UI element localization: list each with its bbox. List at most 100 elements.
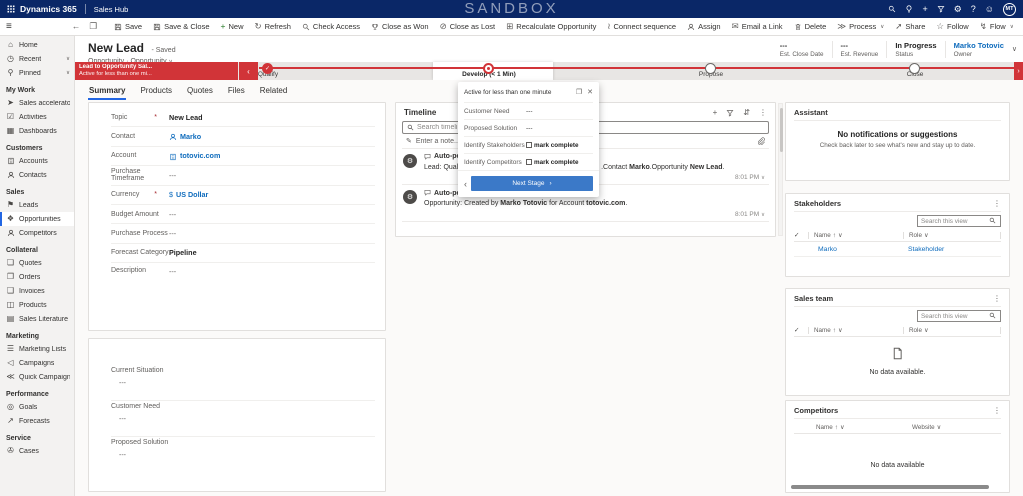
name-column-header[interactable]: Name↑∨ — [808, 327, 903, 334]
stage-field-customer-need[interactable]: Customer Need --- — [464, 102, 593, 119]
role-column-header[interactable]: Role∨ — [903, 232, 1001, 239]
field-row-budget-amount[interactable]: Budget Amount --- — [111, 205, 375, 224]
description-value[interactable]: --- — [169, 267, 176, 276]
header-field-est-close-date[interactable]: --- Est. Close Date — [772, 41, 832, 58]
field-row-purchase-timeframe[interactable]: Purchase Timeframe --- — [111, 166, 375, 185]
sidebar-item-marketing-lists[interactable]: ☰Marketing Lists — [0, 342, 74, 356]
add-icon[interactable]: + — [713, 108, 718, 117]
select-all-check-icon[interactable]: ✓ — [794, 326, 808, 334]
process-banner[interactable]: Lead to Opportunity Sal... Active for le… — [75, 62, 238, 80]
filter-icon[interactable] — [937, 5, 945, 13]
sidebar-item-orders[interactable]: ❐Orders — [0, 270, 74, 284]
header-field-est-revenue[interactable]: --- Est. Revenue — [832, 41, 887, 58]
close-icon[interactable]: ✕ — [587, 88, 593, 96]
tab-related[interactable]: Related — [259, 85, 289, 100]
proposed-solution-value[interactable]: --- — [526, 125, 533, 132]
scrollbar-thumb[interactable] — [780, 108, 783, 152]
new-button[interactable]: +New — [221, 22, 244, 31]
sidebar-item-forecasts[interactable]: ↗Forecasts — [0, 414, 74, 428]
sidebar-item-home[interactable]: ⌂Home — [0, 38, 74, 52]
customer-need-value[interactable]: --- — [526, 108, 533, 115]
tab-files[interactable]: Files — [227, 85, 246, 100]
currency-value[interactable]: $US Dollar — [169, 190, 208, 199]
purchase-timeframe-value[interactable]: --- — [169, 171, 176, 180]
entry-timestamp[interactable]: 8:01 PM ∨ — [424, 211, 767, 218]
sidebar-item-recent[interactable]: ◷Recent∨ — [0, 52, 74, 66]
stage-develop-marker[interactable] — [483, 63, 494, 74]
tab-summary[interactable]: Summary — [88, 85, 126, 100]
paperclip-icon[interactable] — [757, 137, 765, 145]
sidebar-item-sales-literature[interactable]: ▤Sales Literature — [0, 312, 74, 326]
email-a-link-button[interactable]: ✉Email a Link — [732, 22, 783, 31]
select-all-check-icon[interactable]: ✓ — [794, 231, 808, 239]
process-chevron-right[interactable]: › — [1014, 62, 1023, 80]
delete-button[interactable]: Delete — [794, 22, 827, 31]
field-row-currency[interactable]: Currency* $US Dollar — [111, 186, 375, 205]
chevron-down-icon[interactable]: ∨ — [1012, 45, 1017, 53]
user-avatar[interactable]: MT — [1003, 3, 1016, 16]
mark-complete-checkbox[interactable] — [526, 159, 532, 165]
field-row-customer-need[interactable]: Customer Need --- — [111, 401, 375, 437]
quick-create-icon[interactable]: + — [922, 5, 927, 14]
popout-icon[interactable]: ❐ — [89, 22, 97, 31]
sidebar-item-cases[interactable]: ✇Cases — [0, 444, 74, 458]
area-title[interactable]: Sales Hub — [94, 5, 129, 14]
budget-amount-value[interactable]: --- — [169, 210, 176, 219]
settings-gear-icon[interactable]: ⚙ — [954, 5, 962, 14]
sidebar-item-products[interactable]: ◫Products — [0, 298, 74, 312]
topic-value[interactable]: New Lead — [169, 113, 203, 122]
stage-step-identify-competitors[interactable]: Identify Competitors mark complete — [464, 153, 593, 170]
follow-button[interactable]: ☆Follow — [936, 22, 968, 31]
process-chevron-left[interactable]: ‹ — [239, 62, 258, 80]
flow-menu-button[interactable]: ↯Flow∨ — [980, 22, 1014, 31]
waffle-icon[interactable] — [7, 5, 15, 13]
tab-quotes[interactable]: Quotes — [186, 85, 214, 100]
refresh-button[interactable]: ↻Refresh — [255, 22, 291, 31]
stakeholder-role-link[interactable]: Stakeholder — [903, 246, 1001, 253]
close-as-won-button[interactable]: Close as Won — [371, 22, 429, 31]
mark-complete-checkbox[interactable] — [526, 142, 532, 148]
sidebar-item-goals[interactable]: ◎Goals — [0, 400, 74, 414]
website-column-header[interactable]: Website∨ — [904, 424, 1001, 431]
stage-propose-marker[interactable] — [705, 63, 716, 74]
field-row-description[interactable]: Description --- — [111, 263, 375, 321]
role-column-header[interactable]: Role∨ — [903, 327, 1001, 334]
stakeholders-search-input[interactable] — [921, 218, 987, 225]
assign-button[interactable]: Assign — [687, 22, 721, 31]
back-icon[interactable]: ← — [72, 22, 81, 31]
name-column-header[interactable]: Name↑∨ — [808, 232, 903, 239]
filter-icon[interactable] — [726, 108, 734, 117]
sidebar-item-sales-accelerator[interactable]: ➤Sales accelerator — [0, 96, 74, 110]
more-icon[interactable]: ⋮ — [759, 108, 767, 117]
stakeholder-name-link[interactable]: Marko — [794, 246, 903, 253]
more-icon[interactable]: ⋮ — [993, 294, 1001, 303]
sidebar-item-quotes[interactable]: ❏Quotes — [0, 256, 74, 270]
proposed-solution-value[interactable]: --- — [111, 452, 375, 459]
field-row-account[interactable]: Account totovic.com — [111, 147, 375, 166]
customer-need-value[interactable]: --- — [111, 416, 375, 423]
next-stage-button[interactable]: Next Stage› — [471, 176, 593, 191]
stage-close-marker[interactable] — [909, 63, 920, 74]
lightbulb-icon[interactable] — [905, 5, 913, 13]
vertical-scrollbar[interactable] — [778, 103, 783, 236]
recalculate-opportunity-button[interactable]: ⊞Recalculate Opportunity — [506, 22, 596, 31]
stage-step-identify-stakeholders[interactable]: Identify Stakeholders mark complete — [464, 136, 593, 153]
field-row-purchase-process[interactable]: Purchase Process --- — [111, 224, 375, 243]
search-icon[interactable] — [888, 5, 896, 13]
field-row-topic[interactable]: Topic* New Lead — [111, 108, 375, 127]
sidebar-item-dashboards[interactable]: ▦Dashboards — [0, 124, 74, 138]
sidebar-item-opportunities[interactable]: ❖Opportunities — [0, 212, 74, 226]
save-button[interactable]: Save — [114, 22, 142, 31]
header-field-owner[interactable]: Marko Totovic Owner — [945, 41, 1012, 58]
sidebar-item-pinned[interactable]: ⚲Pinned∨ — [0, 66, 74, 80]
app-title[interactable]: Dynamics 365 — [20, 4, 77, 14]
previous-stage-chevron[interactable]: ‹ — [464, 179, 467, 189]
sidebar-item-accounts[interactable]: Accounts — [0, 154, 74, 168]
sidebar-item-activities[interactable]: ☑Activities — [0, 110, 74, 124]
name-column-header[interactable]: Name↑∨ — [794, 424, 904, 431]
contact-value[interactable]: Marko — [169, 132, 201, 141]
save-and-close-button[interactable]: Save & Close — [153, 22, 209, 31]
sidebar-item-competitors[interactable]: Competitors — [0, 226, 74, 240]
stage-field-proposed-solution[interactable]: Proposed Solution --- — [464, 119, 593, 136]
sort-icon[interactable]: ⇵ — [743, 108, 750, 117]
